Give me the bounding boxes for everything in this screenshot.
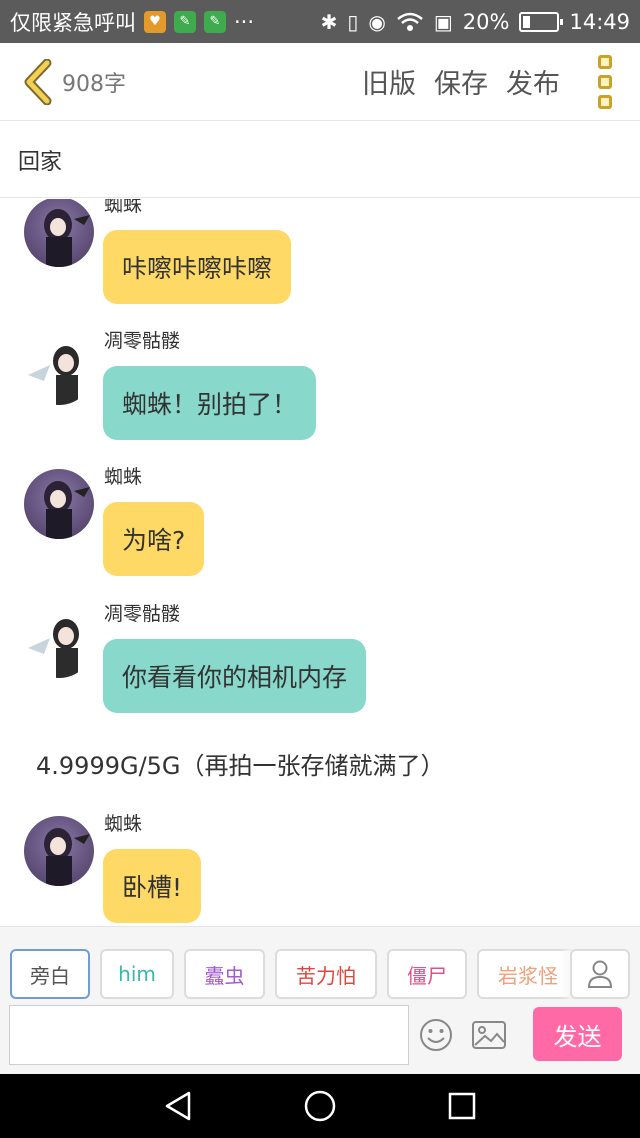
speaker-name: 凋零骷髅 (104, 603, 181, 625)
chevron-left-icon (24, 58, 52, 105)
system-nav-bar (0, 1074, 640, 1138)
avatar-skull-icon (28, 619, 79, 678)
smiley-icon (420, 1019, 452, 1051)
bluetooth-icon: ✱ (320, 9, 338, 34)
old-version-button[interactable]: 旧版 (362, 62, 416, 101)
avatar (24, 608, 94, 678)
chat-area[interactable]: 蜘蛛 咔嚓咔嚓咔嚓 凋零骷髅 蜘蛛！别拍了！ 蜘蛛 为啥? 凋零骷髅 你看看你的… (0, 199, 640, 926)
message-bubble: 卧槽! (103, 849, 202, 923)
message-bubble: 咔嚓咔嚓咔嚓 (103, 230, 292, 304)
nav-recents-button[interactable] (442, 1086, 482, 1126)
message-bubble: 为啥? (103, 502, 205, 576)
send-button[interactable]: 发送 (533, 1007, 622, 1061)
status-bar: 仅限紧急呼叫 ♥ ✎ ✎ ··· ✱ ▯ ◉ ▣ 20% 14:49 (0, 0, 640, 43)
avatar-spider-icon (44, 828, 90, 886)
role-selector: 旁白 him 蠹虫 苦力怕 僵尸 岩浆怪 (10, 949, 579, 999)
message-input[interactable] (9, 1005, 409, 1065)
word-count: 908字 (62, 71, 126, 97)
more-menu-button[interactable] (598, 54, 616, 109)
triangle-back-icon (165, 1091, 191, 1121)
sim-icon: ▣ (433, 9, 453, 34)
publish-button[interactable]: 发布 (506, 62, 560, 101)
role-button-creeper[interactable]: 苦力怕 (275, 949, 377, 999)
avatar (24, 469, 94, 539)
nav-back-button[interactable] (158, 1086, 198, 1126)
role-button-zombie[interactable]: 僵尸 (387, 949, 467, 999)
narration-text[interactable]: 4.9999G/5G（再拍一张存储就满了） (36, 746, 445, 781)
menu-dot-icon (598, 74, 612, 89)
speaker-name: 蜘蛛 (104, 813, 143, 835)
square-recents-icon (448, 1092, 476, 1120)
wifi-icon (397, 12, 423, 31)
notification-icon: ✎ (174, 10, 196, 33)
role-button-him[interactable]: him (100, 949, 174, 999)
avatar-spider-icon (44, 481, 90, 539)
role-button-narrator[interactable]: 旁白 (10, 949, 90, 999)
image-icon (472, 1021, 506, 1049)
battery-icon (519, 11, 564, 32)
menu-dot-icon (598, 94, 612, 109)
avatar-spider-icon (44, 209, 90, 267)
eye-comfort-icon: ◉ (368, 9, 386, 34)
avatar (24, 199, 94, 267)
speaker-name: 蜘蛛 (104, 199, 143, 216)
clock: 14:49 (569, 9, 630, 34)
avatar (24, 816, 94, 886)
battery-percent: 20% (462, 9, 510, 34)
image-button[interactable] (470, 1017, 508, 1053)
nav-home-button[interactable] (300, 1086, 340, 1126)
editor-toolbar: 908字 旧版 保存 发布 (0, 43, 640, 121)
emoji-button[interactable] (418, 1017, 454, 1053)
person-icon (587, 960, 613, 988)
notification-icon: ♥ (144, 10, 166, 33)
story-title-text: 回家 (18, 149, 63, 175)
story-title[interactable]: 回家 (0, 122, 640, 198)
back-button[interactable] (14, 52, 62, 112)
role-button-silverfish[interactable]: 蠹虫 (184, 949, 265, 999)
more-notifications-icon: ··· (234, 9, 255, 34)
vibrate-icon: ▯ (347, 9, 359, 34)
avatar (24, 335, 94, 405)
save-button[interactable]: 保存 (434, 62, 488, 101)
circle-home-icon (304, 1090, 336, 1122)
carrier-text: 仅限紧急呼叫 (10, 10, 136, 35)
notification-icon: ✎ (204, 10, 226, 33)
message-bubble: 你看看你的相机内存 (103, 639, 367, 713)
composer-panel: 旁白 him 蠹虫 苦力怕 僵尸 岩浆怪 发送 (0, 926, 640, 1074)
speaker-name: 蜘蛛 (104, 466, 143, 488)
avatar-skull-icon (28, 346, 79, 405)
message-bubble: 蜘蛛！别拍了！ (103, 366, 317, 440)
add-role-button[interactable] (570, 949, 630, 999)
speaker-name: 凋零骷髅 (104, 330, 181, 352)
menu-dot-icon (598, 54, 612, 69)
